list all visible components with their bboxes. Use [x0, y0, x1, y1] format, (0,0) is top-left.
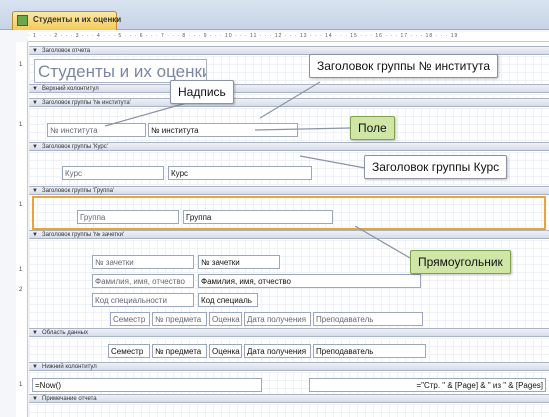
- ruler-ticks: · 1 · · · 2 · · · 3 · · · 4 · · · 5 · · …: [28, 33, 459, 39]
- detail-field-date[interactable]: Дата получения: [244, 344, 311, 358]
- report-tab[interactable]: Студенты и их оценки: [12, 11, 121, 30]
- vruler-mark: 1: [19, 382, 23, 388]
- report-design-window: Студенты и их оценки · 1 · · · 2 · · · 3…: [0, 0, 549, 417]
- band-label: Заголовок группы 'Курс': [42, 144, 108, 150]
- band-page-footer[interactable]: ▼ Нижний колонтитул: [29, 362, 549, 371]
- institute-field[interactable]: № института: [148, 123, 298, 137]
- band-arrow-icon: ▼: [32, 144, 38, 150]
- record-field[interactable]: № зачетки: [198, 255, 280, 269]
- band-label: Заголовок группы '№ института': [42, 100, 131, 106]
- horizontal-ruler: · 1 · · · 2 · · · 3 · · · 4 · · · 5 · · …: [28, 32, 549, 42]
- callout-rectangle: Прямоугольник: [410, 250, 511, 274]
- band-label: Примечание отчета: [42, 396, 97, 402]
- band-label: Заголовок группы 'Группа': [42, 188, 115, 194]
- report-tab-label: Студенты и их оценки: [33, 15, 122, 24]
- spec-label[interactable]: Код специальности: [92, 293, 194, 307]
- vruler-mark: 1: [19, 267, 23, 273]
- vruler-mark: 2: [19, 287, 23, 293]
- detail-label-semester[interactable]: Семестр: [110, 312, 150, 326]
- band-arrow-icon: ▼: [32, 232, 38, 238]
- callout-field: Поле: [350, 116, 395, 140]
- document-tab-bar: Студенты и их оценки: [0, 0, 549, 30]
- group-label[interactable]: Группа: [77, 210, 179, 224]
- group-field[interactable]: Группа: [183, 210, 333, 224]
- detail-field-grade[interactable]: Оценка: [209, 344, 242, 358]
- detail-label-grade[interactable]: Оценка: [209, 312, 242, 326]
- spec-field[interactable]: Код специаль: [198, 293, 258, 307]
- band-group-institute[interactable]: ▼ Заголовок группы '№ института': [29, 98, 549, 107]
- band-label: Область данных: [42, 330, 88, 336]
- band-arrow-icon: ▼: [32, 100, 38, 106]
- band-arrow-icon: ▼: [32, 86, 38, 92]
- band-label: Нижний колонтитул: [42, 364, 97, 370]
- band-group-group[interactable]: ▼ Заголовок группы 'Группа': [29, 186, 549, 195]
- vertical-ruler: 1 1 1 1 2 1: [16, 42, 28, 417]
- vruler-mark: 1: [19, 122, 23, 128]
- page-number-field[interactable]: ="Стр. " & [Page] & " из " & [Pages]: [309, 378, 546, 392]
- detail-label-subject[interactable]: № предмета: [152, 312, 207, 326]
- band-arrow-icon: ▼: [32, 364, 38, 370]
- fio-label[interactable]: Фамилия, имя, отчество: [92, 274, 194, 288]
- band-label: Заголовок отчета: [42, 48, 91, 54]
- vruler-mark: 1: [19, 202, 23, 208]
- band-page-header[interactable]: ▼ Верхний колонтитул: [29, 84, 549, 93]
- detail-label-date[interactable]: Дата получения: [244, 312, 311, 326]
- band-arrow-icon: ▼: [32, 330, 38, 336]
- callout-caption: Надпись: [170, 80, 234, 104]
- band-report-footer[interactable]: ▼ Примечание отчета: [29, 394, 549, 403]
- band-arrow-icon: ▼: [32, 188, 38, 194]
- vruler-mark: 1: [19, 62, 23, 68]
- institute-label[interactable]: № института: [47, 123, 146, 137]
- band-label: Заголовок группы '№ зачетки': [42, 232, 125, 238]
- report-footer-area: [29, 404, 549, 417]
- detail-field-semester[interactable]: Семестр: [108, 344, 150, 358]
- band-arrow-icon: ▼: [32, 396, 38, 402]
- detail-field-teacher[interactable]: Преподаватель: [313, 344, 426, 358]
- band-group-record[interactable]: ▼ Заголовок группы '№ зачетки': [29, 230, 549, 239]
- callout-course-header: Заголовок группы Курс: [364, 155, 508, 179]
- band-group-course[interactable]: ▼ Заголовок группы 'Курс': [29, 142, 549, 151]
- detail-field-subject[interactable]: № предмета: [152, 344, 207, 358]
- course-field[interactable]: Курс: [168, 166, 312, 180]
- report-icon: [17, 15, 28, 26]
- callout-institute-header: Заголовок группы № института: [309, 54, 499, 78]
- band-detail[interactable]: ▼ Область данных: [29, 328, 549, 337]
- band-arrow-icon: ▼: [32, 48, 38, 54]
- now-field[interactable]: =Now(): [32, 378, 262, 392]
- design-surface: ▼ Заголовок отчета Студенты и их оценки …: [29, 42, 549, 417]
- record-label[interactable]: № зачетки: [92, 255, 194, 269]
- detail-label-teacher[interactable]: Преподаватель: [313, 312, 423, 326]
- fio-field[interactable]: Фамилия, имя, отчество: [198, 274, 421, 288]
- course-label[interactable]: Курс: [62, 166, 164, 180]
- band-label: Верхний колонтитул: [42, 86, 99, 92]
